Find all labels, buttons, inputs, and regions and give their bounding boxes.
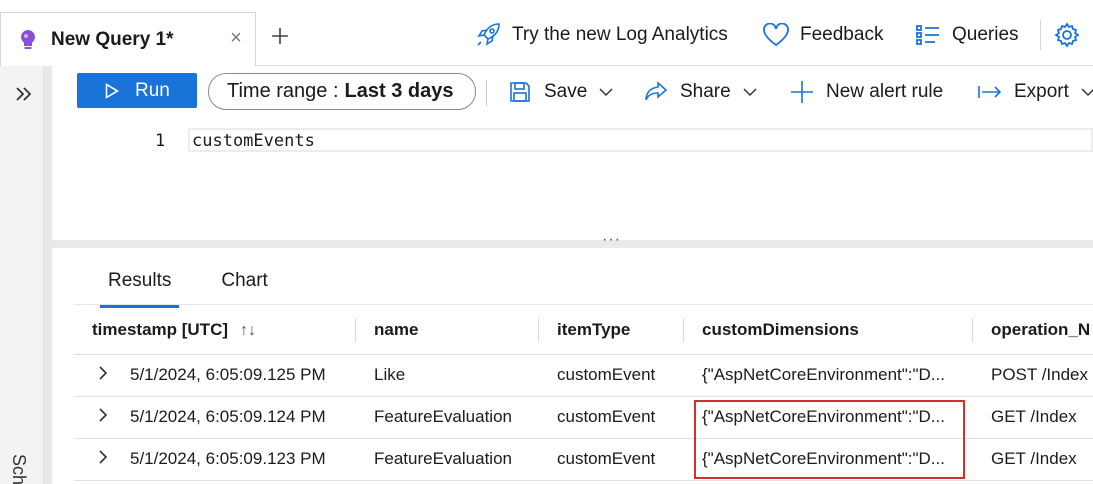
pane-splitter[interactable]: ··· <box>52 231 1093 248</box>
time-range-value: Last 3 days <box>344 80 454 102</box>
row-expand-icon[interactable] <box>98 449 112 469</box>
name-cell: FeatureEvaluation <box>356 396 539 439</box>
name-cell: Like <box>356 354 539 397</box>
new-alert-label: New alert rule <box>826 81 944 102</box>
divider <box>1040 20 1041 50</box>
export-icon <box>978 80 1002 104</box>
results-table: timestamp [UTC] ↑↓ name itemType customDi… <box>74 306 1093 481</box>
line-number: 1 <box>155 131 166 151</box>
export-label: Export <box>1014 81 1069 102</box>
rocket-icon <box>474 21 502 49</box>
sort-icon[interactable]: ↑↓ <box>240 322 256 339</box>
operation-cell: GET /Index <box>973 438 1093 481</box>
share-button[interactable]: Share <box>644 76 757 108</box>
operation-cell: GET /Index <box>973 396 1093 439</box>
schema-side-label[interactable]: Sch <box>8 454 29 484</box>
chevron-down-icon <box>599 85 613 99</box>
queries-button[interactable]: Queries <box>914 18 1019 52</box>
queries-label: Queries <box>952 24 1019 45</box>
column-header-name[interactable]: name <box>356 306 539 355</box>
chevron-down-icon <box>743 85 757 99</box>
feedback-button[interactable]: Feedback <box>762 18 883 52</box>
itemtype-cell: customEvent <box>539 354 684 397</box>
tab-new-query[interactable]: New Query 1* × <box>0 12 256 66</box>
left-rail: Sch <box>0 66 44 484</box>
customdimensions-cell: {"AspNetCoreEnvironment":"D... <box>684 438 973 481</box>
plus-icon <box>790 80 814 104</box>
tab-title: New Query 1* <box>51 28 174 50</box>
expand-icon[interactable] <box>14 84 34 104</box>
gear-icon[interactable] <box>1054 22 1080 53</box>
table-row[interactable]: 5/1/2024, 6:05:09.125 PM Like customEven… <box>74 354 1093 397</box>
query-toolbar: Run Time range : Last 3 days Save Share … <box>52 66 1093 120</box>
close-icon[interactable]: × <box>227 28 245 48</box>
current-line-highlight <box>188 128 1093 152</box>
itemtype-cell: customEvent <box>539 438 684 481</box>
timestamp-cell: 5/1/2024, 6:05:09.124 PM <box>74 396 356 439</box>
lightbulb-icon <box>17 29 39 51</box>
save-label: Save <box>544 81 588 102</box>
feedback-label: Feedback <box>800 24 884 45</box>
time-range-picker[interactable]: Time range : Last 3 days <box>208 73 476 110</box>
timestamp-cell: 5/1/2024, 6:05:09.125 PM <box>74 354 356 397</box>
share-label: Share <box>680 81 731 102</box>
chevron-down-icon <box>1081 85 1093 99</box>
customdimensions-cell: {"AspNetCoreEnvironment":"D... <box>684 396 973 439</box>
column-header-itemtype[interactable]: itemType <box>539 306 684 355</box>
row-expand-icon[interactable] <box>98 407 112 427</box>
results-tabs: Results Chart <box>100 266 310 308</box>
name-cell: FeatureEvaluation <box>356 438 539 481</box>
toolbar-divider <box>486 80 487 106</box>
results-pane: Results Chart timestamp [UTC] ↑↓ name ite… <box>52 248 1093 484</box>
run-button[interactable]: Run <box>77 73 197 108</box>
column-header-customdimensions[interactable]: customDimensions <box>684 306 973 355</box>
tab-chart[interactable]: Chart <box>213 266 275 302</box>
save-icon <box>508 80 532 104</box>
table-row[interactable]: 5/1/2024, 6:05:09.124 PM FeatureEvaluati… <box>74 396 1093 439</box>
operation-cell: POST /Index <box>973 354 1093 397</box>
heart-icon <box>762 21 790 49</box>
export-button[interactable]: Export <box>978 76 1093 108</box>
tab-results[interactable]: Results <box>100 266 180 308</box>
try-new-log-analytics-button[interactable]: Try the new Log Analytics <box>474 18 728 52</box>
query-editor[interactable]: 1 customEvents <box>52 120 1093 240</box>
new-alert-rule-button[interactable]: New alert rule <box>790 76 943 108</box>
rail-divider <box>44 66 52 484</box>
top-bar: New Query 1* × Try the new Log Analytics… <box>0 0 1093 66</box>
share-icon <box>644 80 668 104</box>
timestamp-cell: 5/1/2024, 6:05:09.123 PM <box>74 438 356 481</box>
list-icon <box>914 21 942 49</box>
try-label: Try the new Log Analytics <box>512 24 728 45</box>
column-header-timestamp[interactable]: timestamp [UTC] ↑↓ <box>74 306 356 355</box>
save-button[interactable]: Save <box>508 76 613 108</box>
time-range-label: Time range : <box>227 80 339 102</box>
tab-divider <box>74 304 1093 305</box>
plus-icon[interactable] <box>266 22 294 50</box>
column-header-operation[interactable]: operation_N <box>973 306 1093 355</box>
run-label: Run <box>135 79 170 101</box>
itemtype-cell: customEvent <box>539 396 684 439</box>
query-text[interactable]: customEvents <box>192 131 315 151</box>
drag-handle-icon[interactable]: ··· <box>602 231 621 249</box>
customdimensions-cell: {"AspNetCoreEnvironment":"D... <box>684 354 973 397</box>
row-expand-icon[interactable] <box>98 365 112 385</box>
play-icon <box>105 82 119 99</box>
table-row[interactable]: 5/1/2024, 6:05:09.123 PM FeatureEvaluati… <box>74 438 1093 481</box>
table-header-row: timestamp [UTC] ↑↓ name itemType customDi… <box>74 306 1093 355</box>
